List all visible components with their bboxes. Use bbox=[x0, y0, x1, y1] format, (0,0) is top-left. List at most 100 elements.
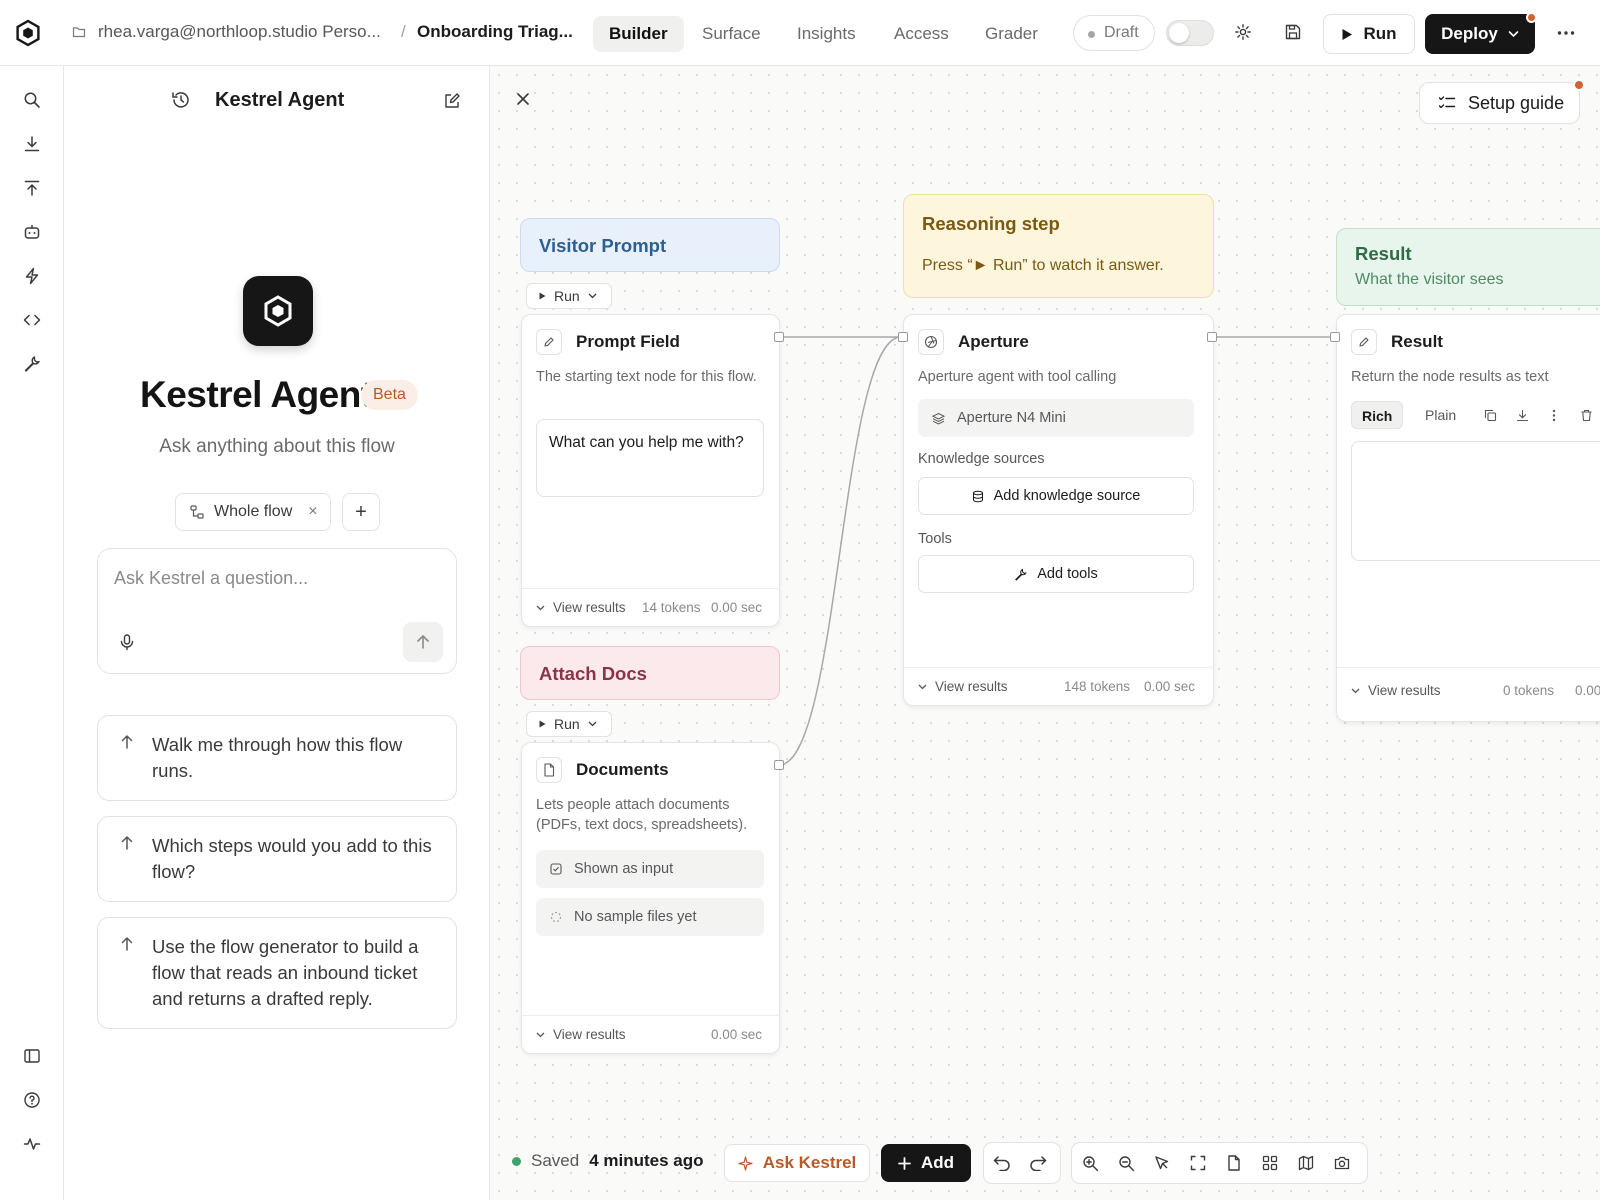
node-prompt-field[interactable]: Prompt Field The starting text node for … bbox=[521, 314, 780, 627]
redo-icon[interactable] bbox=[1020, 1145, 1056, 1181]
help-icon[interactable] bbox=[20, 1088, 44, 1112]
node-documents[interactable]: Documents Lets people attach documents (… bbox=[521, 742, 780, 1054]
group-attach-docs[interactable]: Attach Docs bbox=[520, 646, 780, 700]
pencil-icon bbox=[1351, 329, 1377, 355]
more-icon[interactable] bbox=[1539, 399, 1569, 431]
group-reasoning-step[interactable]: Reasoning step Press “► Run” to watch it… bbox=[903, 194, 1214, 298]
input-handle[interactable] bbox=[1330, 332, 1340, 342]
token-count: 148 tokens bbox=[1064, 679, 1131, 694]
save-icon[interactable] bbox=[1277, 16, 1309, 48]
toggle-knob bbox=[1169, 23, 1189, 43]
mode-plain-tab[interactable]: Plain bbox=[1415, 401, 1466, 429]
output-handle[interactable] bbox=[774, 760, 784, 770]
view-results-toggle[interactable]: View results bbox=[536, 600, 626, 615]
code-icon[interactable] bbox=[20, 308, 44, 332]
sidebar-icon[interactable] bbox=[20, 1044, 44, 1068]
tab-insights[interactable]: Insights bbox=[781, 16, 872, 52]
group-result[interactable]: Result What the visitor sees bbox=[1336, 228, 1600, 306]
arrow-up-icon bbox=[416, 634, 430, 650]
view-results-toggle[interactable]: View results bbox=[918, 679, 1008, 694]
node-header: Documents bbox=[536, 757, 669, 783]
model-selector[interactable]: Aperture N4 Mini bbox=[918, 399, 1194, 437]
node-header: Prompt Field bbox=[536, 329, 680, 355]
deploy-button[interactable]: Deploy bbox=[1425, 12, 1537, 54]
deploy-button-label: Deploy bbox=[1441, 24, 1498, 43]
node-footer: View results 148 tokens 0.00 sec bbox=[904, 667, 1213, 705]
sparkle-icon bbox=[738, 1155, 753, 1171]
suggestion-item[interactable]: Use the flow generator to build a flow t… bbox=[97, 917, 457, 1029]
wrench-icon[interactable] bbox=[20, 352, 44, 376]
add-knowledge-source-button[interactable]: Add knowledge source bbox=[918, 477, 1194, 515]
breadcrumb-flow-name[interactable]: Onboarding Triag... bbox=[417, 22, 573, 42]
undo-icon[interactable] bbox=[984, 1145, 1020, 1181]
shown-as-input-toggle[interactable]: Shown as input bbox=[536, 850, 764, 888]
lightning-icon[interactable] bbox=[20, 264, 44, 288]
send-button[interactable] bbox=[403, 622, 443, 662]
microphone-icon[interactable] bbox=[118, 633, 136, 651]
gear-icon[interactable] bbox=[1227, 16, 1259, 48]
hero-logo-icon bbox=[243, 276, 313, 346]
download-icon[interactable] bbox=[20, 132, 44, 156]
zoom-out-icon[interactable] bbox=[1108, 1145, 1144, 1181]
tab-builder[interactable]: Builder bbox=[593, 16, 684, 52]
tab-access[interactable]: Access bbox=[878, 16, 965, 52]
run-button[interactable]: Run bbox=[1323, 14, 1415, 54]
shown-as-input-label: Shown as input bbox=[574, 861, 674, 877]
chevron-down-icon bbox=[588, 721, 597, 727]
add-knowledge-label: Add knowledge source bbox=[993, 488, 1141, 504]
loading-icon bbox=[550, 911, 562, 923]
run-time: 0.00 sec bbox=[1144, 679, 1196, 694]
output-handle[interactable] bbox=[1207, 332, 1217, 342]
document-icon[interactable] bbox=[1216, 1145, 1252, 1181]
publish-toggle[interactable] bbox=[1166, 20, 1214, 46]
download-icon[interactable] bbox=[1507, 399, 1537, 431]
node-aperture[interactable]: Aperture Aperture agent with tool callin… bbox=[903, 314, 1214, 706]
ask-input[interactable] bbox=[114, 563, 434, 593]
sample-files-status: No sample files yet bbox=[536, 898, 764, 936]
fit-view-icon[interactable] bbox=[1180, 1145, 1216, 1181]
run-node-button[interactable]: Run bbox=[526, 283, 612, 309]
mode-rich-tab[interactable]: Rich bbox=[1351, 401, 1404, 429]
grid-icon[interactable] bbox=[1252, 1145, 1288, 1181]
upload-icon[interactable] bbox=[20, 176, 44, 200]
input-handle[interactable] bbox=[898, 332, 908, 342]
new-chat-icon[interactable] bbox=[442, 91, 462, 111]
pointer-icon[interactable] bbox=[1144, 1145, 1180, 1181]
screenshot-icon[interactable] bbox=[1324, 1145, 1360, 1181]
scope-chip[interactable]: Whole flow × bbox=[175, 493, 331, 531]
history-icon[interactable] bbox=[170, 89, 192, 111]
trash-icon[interactable] bbox=[1571, 399, 1600, 431]
activity-icon[interactable] bbox=[20, 1132, 44, 1156]
flow-scope-icon bbox=[190, 505, 204, 519]
breadcrumb-owner[interactable]: rhea.varga@northloop.studio Perso... bbox=[98, 22, 381, 42]
node-header: Aperture bbox=[918, 329, 1029, 355]
bot-icon[interactable] bbox=[20, 220, 44, 244]
logo-icon[interactable] bbox=[14, 19, 42, 47]
view-results-toggle[interactable]: View results bbox=[1351, 683, 1441, 698]
add-node-button[interactable]: Add bbox=[881, 1144, 971, 1182]
search-icon[interactable] bbox=[20, 88, 44, 112]
ask-box bbox=[97, 548, 457, 674]
add-tools-button[interactable]: Add tools bbox=[918, 555, 1194, 593]
map-icon[interactable] bbox=[1288, 1145, 1324, 1181]
tab-surface[interactable]: Surface bbox=[686, 16, 777, 52]
add-scope-button[interactable]: + bbox=[342, 493, 380, 531]
suggestion-item[interactable]: Walk me through how this flow runs. bbox=[97, 715, 457, 801]
ask-kestrel-button[interactable]: Ask Kestrel bbox=[724, 1144, 870, 1182]
run-node-button[interactable]: Run bbox=[526, 711, 612, 737]
suggestion-item[interactable]: Which steps would you add to this flow? bbox=[97, 816, 457, 902]
copy-icon[interactable] bbox=[1475, 399, 1505, 431]
zoom-in-icon[interactable] bbox=[1072, 1145, 1108, 1181]
node-result[interactable]: Result Return the node results as text R… bbox=[1336, 314, 1600, 722]
more-icon[interactable] bbox=[1550, 17, 1582, 49]
node-header: Result bbox=[1351, 329, 1443, 355]
flow-canvas[interactable]: Setup guide Visitor Prompt Reasoning ste… bbox=[490, 66, 1600, 1200]
result-output-area[interactable] bbox=[1351, 441, 1600, 561]
scope-remove-button[interactable]: × bbox=[308, 503, 317, 521]
prompt-value-field[interactable]: What can you help me with? bbox=[536, 419, 764, 497]
tab-grader[interactable]: Grader bbox=[969, 16, 1054, 52]
view-results-toggle[interactable]: View results bbox=[536, 1027, 626, 1042]
output-handle[interactable] bbox=[774, 332, 784, 342]
saved-time: 4 minutes ago bbox=[589, 1151, 704, 1170]
group-visitor-prompt[interactable]: Visitor Prompt bbox=[520, 218, 780, 272]
